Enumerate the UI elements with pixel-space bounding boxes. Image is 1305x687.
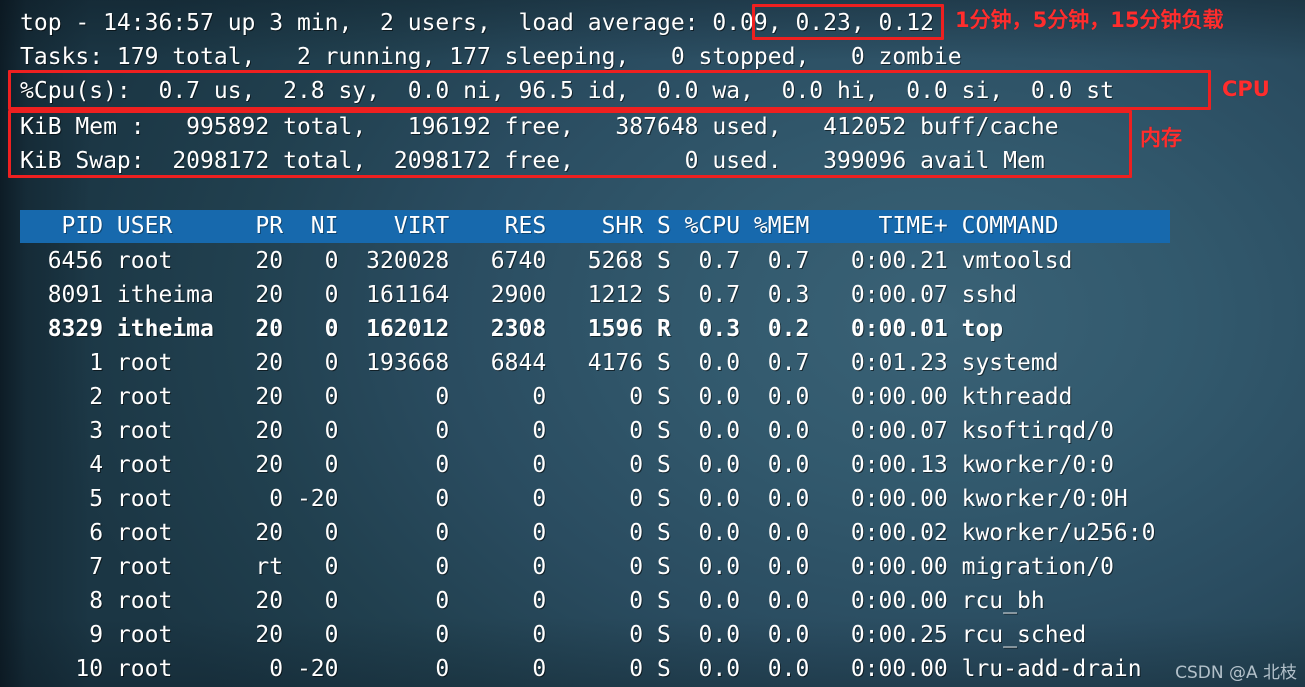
tasks-line: Tasks: 179 total, 2 running, 177 sleepin… xyxy=(20,44,962,70)
table-row: 7 root rt 0 0 0 0 S 0.0 0.0 0:00.00 migr… xyxy=(20,554,1114,580)
table-row: 8329 itheima 20 0 162012 2308 1596 R 0.3… xyxy=(20,316,1004,342)
table-row: 1 root 20 0 193668 6844 4176 S 0.0 0.7 0… xyxy=(20,350,1059,376)
table-row: 4 root 20 0 0 0 0 S 0.0 0.0 0:00.13 kwor… xyxy=(20,452,1114,478)
terminal-screen: top - 14:36:57 up 3 min, 2 users, load a… xyxy=(0,0,1305,687)
memory-annotation-label: 内存 xyxy=(1140,126,1182,150)
swap-line: KiB Swap: 2098172 total, 2098172 free, 0… xyxy=(20,148,1045,174)
table-row: 8 root 20 0 0 0 0 S 0.0 0.0 0:00.00 rcu_… xyxy=(20,588,1045,614)
mem-line: KiB Mem : 995892 total, 196192 free, 387… xyxy=(20,114,1059,140)
cpu-line: %Cpu(s): 0.7 us, 2.8 sy, 0.0 ni, 96.5 id… xyxy=(20,78,1114,104)
table-row: 2 root 20 0 0 0 0 S 0.0 0.0 0:00.00 kthr… xyxy=(20,384,1073,410)
table-row: 3 root 20 0 0 0 0 S 0.0 0.0 0:00.07 ksof… xyxy=(20,418,1114,444)
process-table-header: PID USER PR NI VIRT RES SHR S %CPU %MEM … xyxy=(20,210,1170,243)
load-average-annotation-label: 1分钟，5分钟，15分钟负载 xyxy=(955,8,1224,32)
table-row: 6456 root 20 0 320028 6740 5268 S 0.7 0.… xyxy=(20,248,1073,274)
uptime-line: top - 14:36:57 up 3 min, 2 users, load a… xyxy=(20,10,934,36)
table-row: 10 root 0 -20 0 0 0 S 0.0 0.0 0:00.00 lr… xyxy=(20,656,1142,682)
table-row: 5 root 0 -20 0 0 0 S 0.0 0.0 0:00.00 kwo… xyxy=(20,486,1128,512)
table-row: 9 root 20 0 0 0 0 S 0.0 0.0 0:00.25 rcu_… xyxy=(20,622,1087,648)
cpu-annotation-label: CPU xyxy=(1222,77,1270,101)
table-row: 6 root 20 0 0 0 0 S 0.0 0.0 0:00.02 kwor… xyxy=(20,520,1156,546)
watermark: CSDN @A 北枝 xyxy=(1175,663,1297,683)
table-row: 8091 itheima 20 0 161164 2900 1212 S 0.7… xyxy=(20,282,1017,308)
